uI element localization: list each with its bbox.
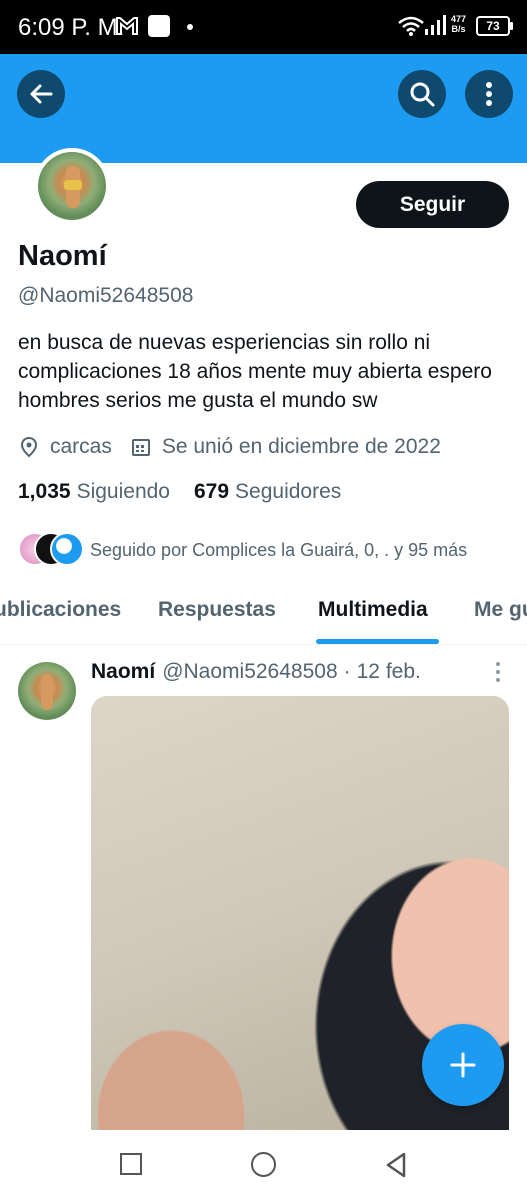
profile-photo xyxy=(38,152,106,220)
profile-avatar[interactable] xyxy=(34,148,110,224)
battery-icon: 73 xyxy=(476,16,513,36)
search-button[interactable] xyxy=(398,70,446,118)
followers-you-know-avatars xyxy=(18,532,84,568)
avatar xyxy=(50,532,84,566)
follow-stats: 1,035 Siguiendo 679 Seguidores xyxy=(18,480,341,504)
followers-count: 679 xyxy=(193,480,230,503)
following-label: Siguiendo xyxy=(76,480,170,503)
more-vertical-icon xyxy=(486,82,492,106)
compose-post-button[interactable] xyxy=(422,1024,504,1106)
post-separator: · xyxy=(343,660,351,683)
follow-button[interactable]: Seguir xyxy=(356,181,509,228)
tab-publicaciones[interactable]: ublicaciones xyxy=(0,598,121,622)
profile-handle: @Naomi52648508 xyxy=(18,284,194,307)
arrow-left-icon xyxy=(30,84,53,104)
followers-link[interactable]: 679 Seguidores xyxy=(194,480,341,504)
tab-multimedia[interactable]: Multimedia xyxy=(318,598,428,622)
back-triangle-icon[interactable] xyxy=(384,1152,408,1178)
location-icon xyxy=(20,436,38,458)
followers-label: Seguidores xyxy=(235,480,342,503)
net-speed-unit: B/s xyxy=(451,24,466,34)
plus-icon xyxy=(450,1052,476,1078)
profile-tabs: ublicaciones Respuestas Multimedia Me gu xyxy=(0,588,527,645)
net-speed: 477 B/s xyxy=(451,14,466,34)
notification-app-icon xyxy=(148,15,170,37)
post-date: 12 feb. xyxy=(356,660,421,683)
post-avatar[interactable] xyxy=(18,662,76,720)
back-button[interactable] xyxy=(17,70,65,118)
following-link[interactable]: 1,035 Siguiendo xyxy=(18,480,170,504)
status-bar: 6:09 P. M. 477 B/s 73 xyxy=(0,0,527,54)
system-nav-bar xyxy=(0,1130,527,1200)
post-header: Naomí @Naomi52648508 · 12 feb. xyxy=(91,660,421,684)
post-author-handle[interactable]: @Naomi52648508 xyxy=(162,660,337,684)
profile-bio: en busca de nuevas esperiencias sin roll… xyxy=(18,331,492,412)
followed-by[interactable]: Seguido por Complices la Guairá, 0, . y … xyxy=(18,532,467,568)
search-icon xyxy=(410,82,435,107)
active-tab-indicator xyxy=(316,639,439,644)
profile-banner xyxy=(0,54,527,163)
gmail-icon xyxy=(116,17,138,35)
signal-icon xyxy=(425,15,446,35)
profile-joined: Se unió en diciembre de 2022 xyxy=(161,435,441,458)
tab-respuestas[interactable]: Respuestas xyxy=(158,598,276,622)
followed-by-text: Seguido por Complices la Guairá, 0, . y … xyxy=(90,539,468,560)
following-count: 1,035 xyxy=(18,480,71,503)
more-vertical-icon[interactable] xyxy=(489,660,507,684)
profile-location: carcas xyxy=(50,435,112,458)
calendar-icon xyxy=(131,439,150,456)
profile-name: Naomí xyxy=(18,240,107,272)
more-notifications-icon xyxy=(187,24,193,30)
net-speed-value: 477 xyxy=(451,14,467,24)
home-button[interactable] xyxy=(251,1152,276,1177)
tab-me-gusta[interactable]: Me gu xyxy=(474,598,527,622)
wifi-icon xyxy=(398,16,424,36)
more-options-button[interactable] xyxy=(465,70,513,118)
status-time: 6:09 P. M. xyxy=(18,14,125,41)
profile-meta: carcas Se unió en diciembre de 2022 xyxy=(18,433,441,461)
recent-apps-button[interactable] xyxy=(120,1153,142,1175)
post-author-name[interactable]: Naomí xyxy=(91,660,155,684)
